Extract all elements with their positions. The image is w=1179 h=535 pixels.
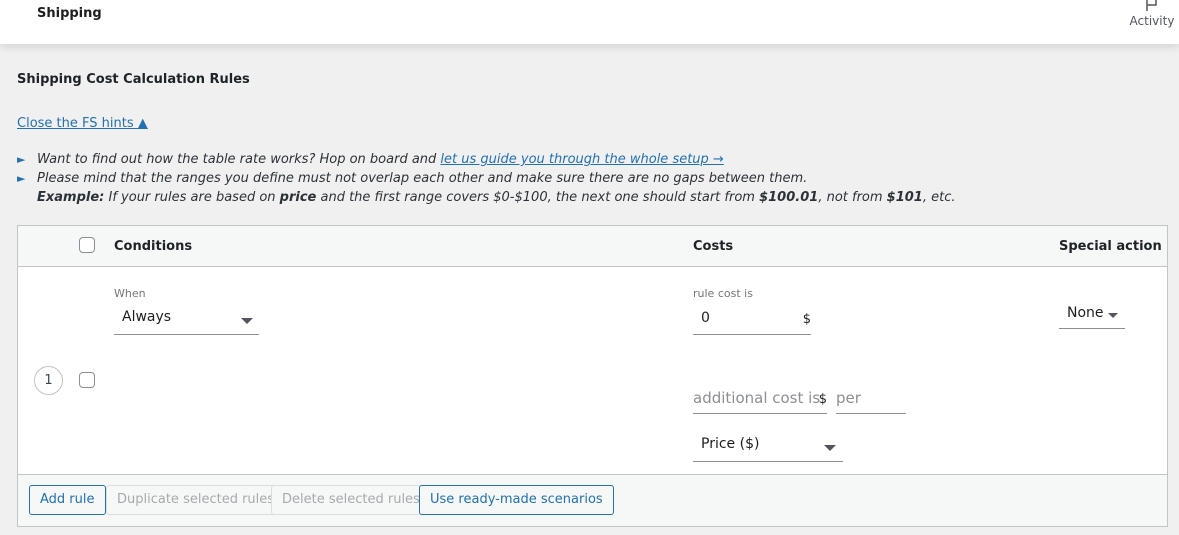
- example-bold: $101: [886, 190, 923, 205]
- top-bar: Shipping Activity: [0, 0, 1179, 44]
- per-input[interactable]: per: [836, 382, 906, 414]
- select-all-checkbox[interactable]: [79, 237, 95, 253]
- column-conditions: Conditions: [114, 239, 193, 254]
- section-title: Shipping Cost Calculation Rules: [17, 72, 250, 87]
- hint-item: ► Please mind that the ranges you define…: [17, 169, 956, 207]
- arrow-bullet-icon: ►: [17, 153, 26, 166]
- additional-cost-input[interactable]: additional cost is $: [693, 382, 827, 414]
- add-rule-button[interactable]: Add rule: [29, 485, 106, 515]
- example-text: If your rules are based on: [104, 190, 280, 205]
- when-value: Always: [122, 309, 172, 325]
- rules-table: Conditions Costs Special action 1 When A…: [17, 225, 1168, 527]
- hints-list: ► Want to find out how the table rate wo…: [17, 150, 956, 207]
- example-bold: price: [279, 190, 317, 205]
- rule-cost-input[interactable]: 0 $: [693, 305, 811, 335]
- chevron-down-icon: [241, 318, 253, 324]
- chevron-down-icon: [824, 445, 836, 451]
- row-number: 1: [34, 366, 63, 395]
- per-placeholder: per: [836, 389, 861, 407]
- rule-cost-value: 0: [701, 310, 710, 326]
- close-hints-link[interactable]: Close the FS hints ▲: [17, 116, 148, 131]
- activity-button[interactable]: Activity: [1127, 0, 1177, 28]
- when-label: When: [114, 287, 146, 300]
- hint-text: Please mind that the ranges you define m…: [37, 171, 808, 186]
- arrow-bullet-icon: ►: [17, 172, 26, 185]
- activity-label: Activity: [1129, 14, 1175, 28]
- special-action-value: None: [1067, 305, 1104, 321]
- duplicate-rules-button[interactable]: Duplicate selected rules: [106, 485, 286, 515]
- example-label: Example:: [37, 190, 105, 205]
- column-special-action: Special action: [1059, 239, 1162, 254]
- hint-text: Want to find out how the table rate work…: [37, 152, 441, 167]
- hint-item: ► Want to find out how the table rate wo…: [17, 150, 956, 169]
- currency-symbol: $: [818, 392, 827, 407]
- page-title: Shipping: [37, 6, 102, 21]
- table-header: Conditions Costs Special action: [18, 226, 1167, 267]
- when-select[interactable]: Always: [114, 305, 259, 335]
- example-text: , etc.: [922, 190, 956, 205]
- per-unit-value: Price ($): [701, 436, 760, 452]
- example-bold: $100.01: [759, 190, 819, 205]
- example-text: , not from: [818, 190, 887, 205]
- guide-setup-link[interactable]: let us guide you through the whole setup…: [440, 152, 723, 167]
- rule-cost-label: rule cost is: [693, 287, 753, 300]
- flag-icon: [1146, 0, 1157, 11]
- example-text: and the first range covers $0-$100, the …: [316, 190, 760, 205]
- delete-rules-button[interactable]: Delete selected rules: [271, 485, 431, 515]
- row-checkbox[interactable]: [79, 372, 95, 388]
- per-unit-select[interactable]: Price ($): [693, 432, 843, 462]
- table-footer: Add rule Duplicate selected rules Delete…: [18, 474, 1167, 526]
- special-action-select[interactable]: None: [1059, 301, 1125, 329]
- column-costs: Costs: [693, 239, 734, 254]
- ready-made-scenarios-button[interactable]: Use ready-made scenarios: [419, 485, 614, 515]
- currency-symbol: $: [802, 312, 811, 327]
- chevron-down-icon: [1108, 313, 1118, 318]
- additional-cost-placeholder: additional cost is: [693, 389, 821, 407]
